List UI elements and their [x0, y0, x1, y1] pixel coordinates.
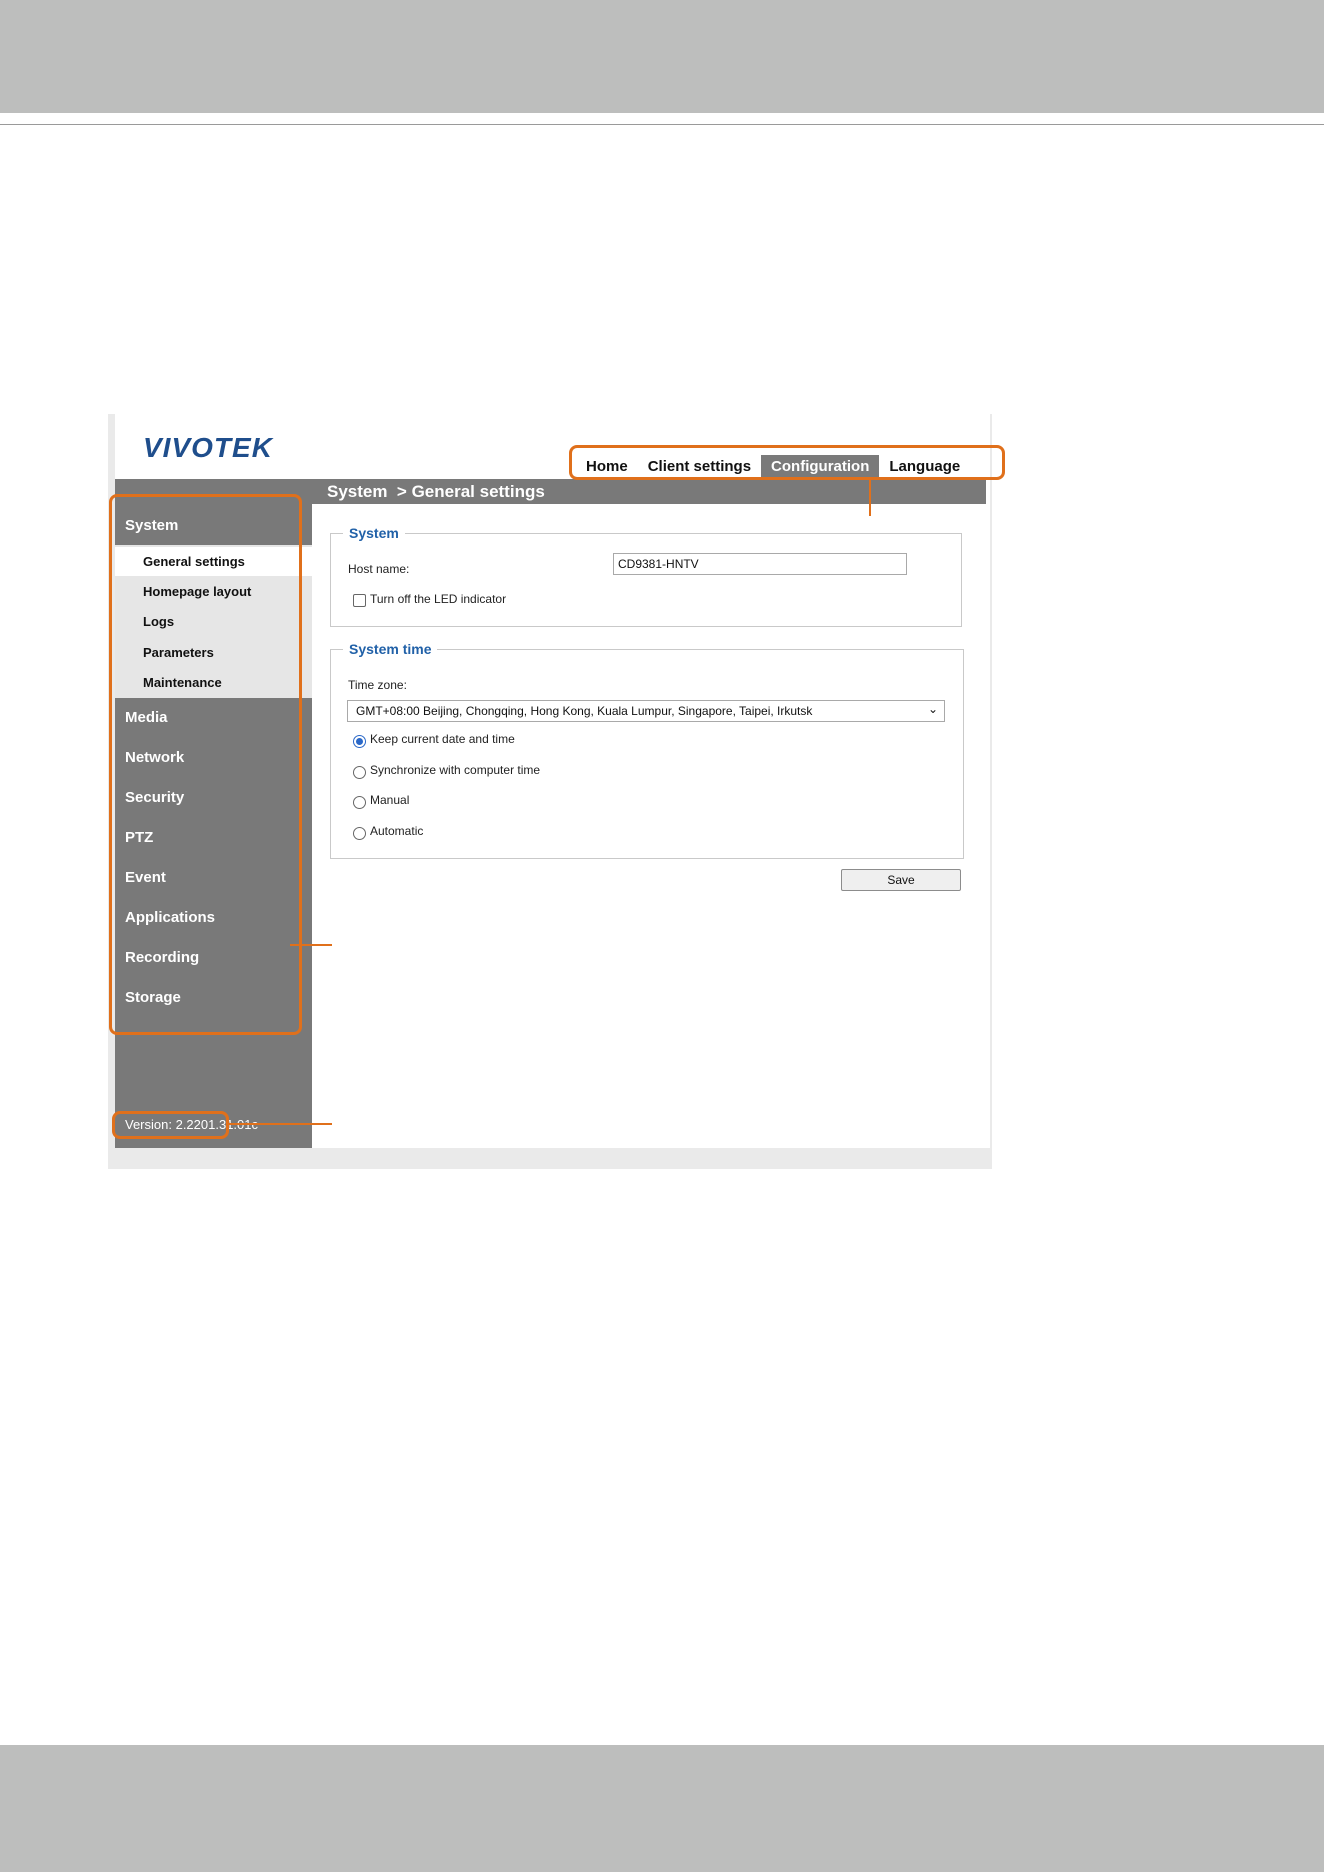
radio-sync-computer[interactable] [353, 766, 366, 779]
time-zone-label: Time zone: [348, 678, 407, 692]
vivotek-logo: VIVOTEK [143, 432, 273, 463]
callout-topnav [569, 445, 1005, 480]
radio-keep-current-label: Keep current date and time [370, 732, 515, 746]
system-fieldset: System [330, 525, 962, 627]
save-button[interactable]: Save [841, 869, 961, 891]
system-legend: System [349, 525, 399, 541]
host-name-input[interactable] [613, 553, 907, 575]
callout-sidebar-line [290, 944, 332, 946]
radio-sync-computer-label: Synchronize with computer time [370, 763, 541, 777]
time-zone-select[interactable]: GMT+08:00 Beijing, Chongqing, Hong Kong,… [347, 700, 945, 722]
chevron-down-icon: ⌄ [927, 702, 938, 716]
breadcrumb: System > General settings [327, 482, 545, 501]
radio-manual-label: Manual [370, 793, 410, 807]
led-checkbox[interactable] [353, 594, 366, 607]
radio-automatic-label: Automatic [370, 824, 424, 838]
callout-version-line [229, 1123, 332, 1125]
system-time-legend: System time [349, 641, 432, 657]
radio-manual[interactable] [353, 796, 366, 809]
radio-automatic[interactable] [353, 827, 366, 840]
document-header-band [0, 0, 1324, 113]
time-zone-value: GMT+08:00 Beijing, Chongqing, Hong Kong,… [356, 704, 813, 718]
callout-version [112, 1111, 229, 1139]
header-rule [0, 124, 1324, 125]
host-name-label: Host name: [348, 562, 410, 576]
callout-topnav-line [869, 480, 871, 516]
document-footer-band [0, 1745, 1324, 1872]
led-label: Turn off the LED indicator [370, 592, 507, 606]
radio-keep-current[interactable] [353, 735, 366, 748]
system-time-fieldset: System time [330, 641, 964, 859]
callout-sidebar [109, 494, 302, 1035]
